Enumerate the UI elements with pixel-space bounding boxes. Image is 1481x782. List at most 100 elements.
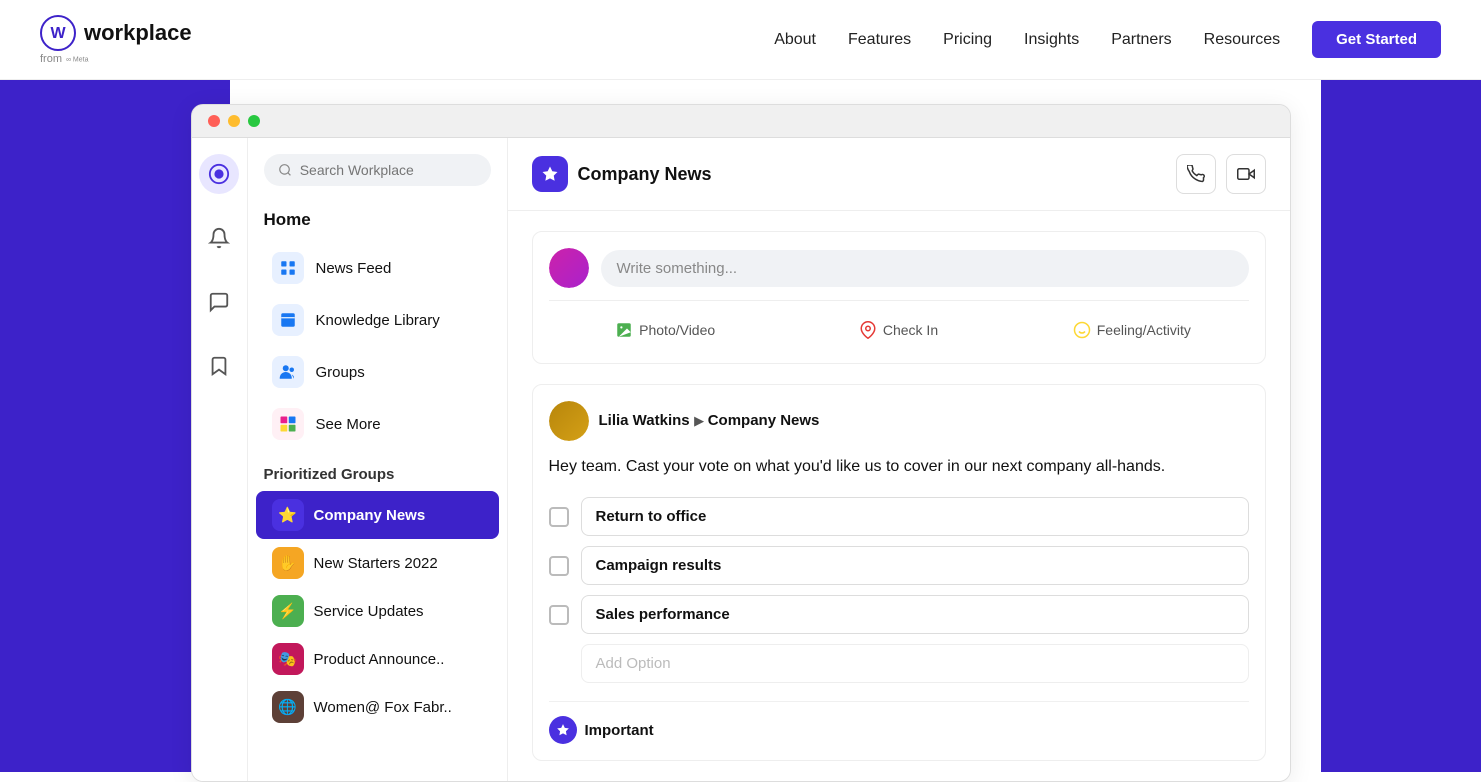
- group-service-updates[interactable]: ⚡ Service Updates: [256, 587, 499, 635]
- group-product-announce[interactable]: 🎭 Product Announce..: [256, 635, 499, 683]
- workplace-logo-icon: W: [40, 15, 76, 51]
- get-started-button[interactable]: Get Started: [1312, 21, 1441, 58]
- sidebar-nav: Home News Feed Knowledge Library: [248, 138, 508, 781]
- nav-pricing[interactable]: Pricing: [943, 31, 992, 49]
- nav-resources[interactable]: Resources: [1204, 31, 1280, 49]
- poll-checkbox-3[interactable]: [549, 605, 569, 625]
- photo-video-icon: [615, 321, 633, 339]
- channel-star-icon: [532, 156, 568, 192]
- group-product-icon: 🎭: [272, 643, 304, 675]
- svg-text:W: W: [50, 25, 66, 42]
- post-arrow-icon: ▶: [694, 413, 708, 428]
- group-service-updates-icon: ⚡: [272, 595, 304, 627]
- nav-groups[interactable]: Groups: [256, 346, 499, 398]
- see-more-label: See More: [316, 416, 381, 433]
- channel-actions: [1176, 154, 1266, 194]
- post-text: Hey team. Cast your vote on what you'd l…: [549, 455, 1249, 479]
- see-more-icon: [272, 408, 304, 440]
- logo-area: W workplace from ∞ Meta: [40, 15, 192, 65]
- important-label: Important: [585, 722, 654, 739]
- channel-title-area: Company News: [532, 156, 712, 192]
- app-layout: Home News Feed Knowledge Library: [192, 138, 1290, 781]
- group-new-starters-label: New Starters 2022: [314, 555, 438, 572]
- group-women-fox[interactable]: 🌐 Women@ Fox Fabr..: [256, 683, 499, 731]
- nav-insights[interactable]: Insights: [1024, 31, 1079, 49]
- logo-meta: from ∞ Meta: [40, 53, 96, 65]
- poll-option-2-label: Campaign results: [581, 546, 1249, 585]
- composer-input-row: Write something...: [549, 248, 1249, 288]
- group-company-news[interactable]: ⭐ Company News: [256, 491, 499, 539]
- poll-checkbox-2[interactable]: [549, 556, 569, 576]
- poll-option-2[interactable]: Campaign results: [549, 546, 1249, 585]
- group-new-starters-icon: ✋: [272, 547, 304, 579]
- nav-knowledge[interactable]: Knowledge Library: [256, 294, 499, 346]
- feeling-icon: [1073, 321, 1091, 339]
- add-option-input[interactable]: Add Option: [581, 644, 1249, 683]
- poll-option-1[interactable]: Return to office: [549, 497, 1249, 536]
- search-input[interactable]: [300, 162, 477, 178]
- sidebar-bookmark-icon[interactable]: [199, 346, 239, 386]
- browser-bar: [192, 105, 1290, 138]
- post-composer: Write something... Photo/Video Check In: [532, 231, 1266, 364]
- post-header: Lilia Watkins ▶ Company News: [549, 401, 1249, 441]
- nav-links: About Features Pricing Insights Partners…: [774, 21, 1441, 58]
- poll-option-1-label: Return to office: [581, 497, 1249, 536]
- group-company-news-icon: ⭐: [272, 499, 304, 531]
- prioritized-groups-label: Prioritized Groups: [248, 450, 507, 491]
- news-feed-label: News Feed: [316, 260, 392, 277]
- phone-button[interactable]: [1176, 154, 1216, 194]
- channel-name: Company News: [578, 164, 712, 185]
- post-author-info: Lilia Watkins ▶ Company News: [599, 412, 820, 430]
- important-section: Important: [549, 701, 1249, 744]
- search-bar[interactable]: [264, 154, 491, 186]
- composer-placeholder[interactable]: Write something...: [601, 250, 1249, 287]
- browser-dot-yellow: [228, 115, 240, 127]
- browser-window: Home News Feed Knowledge Library: [191, 104, 1291, 782]
- logo-wordmark: workplace: [84, 20, 192, 46]
- nav-see-more[interactable]: See More: [256, 398, 499, 450]
- group-women-label: Women@ Fox Fabr..: [314, 699, 452, 716]
- group-women-icon: 🌐: [272, 691, 304, 723]
- search-icon: [278, 162, 292, 178]
- group-company-news-label: Company News: [314, 507, 426, 524]
- sidebar-home-icon[interactable]: [199, 154, 239, 194]
- groups-icon: [272, 356, 304, 388]
- feeling-label: Feeling/Activity: [1097, 322, 1191, 338]
- check-in-icon: [859, 321, 877, 339]
- news-feed-icon: [272, 252, 304, 284]
- post-author-avatar: [549, 401, 589, 441]
- logo-text: W workplace: [40, 15, 192, 51]
- feeling-activity-button[interactable]: Feeling/Activity: [1015, 313, 1248, 347]
- sidebar-bell-icon[interactable]: [199, 218, 239, 258]
- group-service-updates-label: Service Updates: [314, 603, 424, 620]
- check-in-button[interactable]: Check In: [782, 313, 1015, 347]
- knowledge-label: Knowledge Library: [316, 312, 440, 329]
- sidebar-chat-icon[interactable]: [199, 282, 239, 322]
- sidebar-icons: [192, 138, 248, 781]
- video-button[interactable]: [1226, 154, 1266, 194]
- poll-option-3-label: Sales performance: [581, 595, 1249, 634]
- photo-video-label: Photo/Video: [639, 322, 715, 338]
- poll-option-3[interactable]: Sales performance: [549, 595, 1249, 634]
- video-icon: [1237, 165, 1255, 183]
- poll-checkbox-1[interactable]: [549, 507, 569, 527]
- post-author-name: Lilia Watkins: [599, 412, 690, 429]
- meta-logo-icon: ∞ Meta: [66, 53, 96, 65]
- important-star-icon: [549, 716, 577, 744]
- knowledge-icon: [272, 304, 304, 336]
- channel-header: Company News: [508, 138, 1290, 211]
- home-section-title: Home: [248, 206, 507, 242]
- feed-area: Write something... Photo/Video Check In: [508, 211, 1290, 781]
- check-in-label: Check In: [883, 322, 938, 338]
- nav-news-feed[interactable]: News Feed: [256, 242, 499, 294]
- group-new-starters[interactable]: ✋ New Starters 2022: [256, 539, 499, 587]
- nav-partners[interactable]: Partners: [1111, 31, 1171, 49]
- svg-text:∞ Meta: ∞ Meta: [66, 56, 89, 63]
- add-option-row[interactable]: Add Option: [549, 644, 1249, 683]
- phone-icon: [1187, 165, 1205, 183]
- nav-about[interactable]: About: [774, 31, 816, 49]
- photo-video-button[interactable]: Photo/Video: [549, 313, 782, 347]
- nav-features[interactable]: Features: [848, 31, 911, 49]
- browser-dot-green: [248, 115, 260, 127]
- groups-label: Groups: [316, 364, 365, 381]
